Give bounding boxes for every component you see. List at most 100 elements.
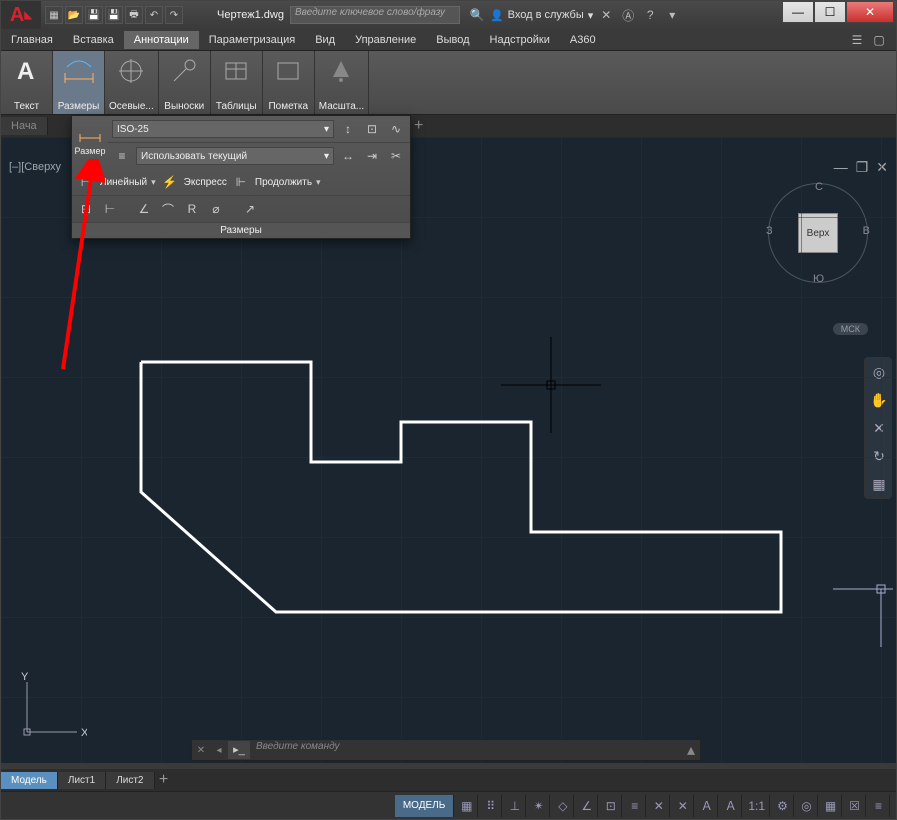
viewcube-south-label[interactable]: Ю [813,273,824,285]
lineweight-icon[interactable]: ✕ [648,795,670,817]
panel-markup[interactable]: Пометка [263,51,315,114]
tab-a360[interactable]: A360 [560,31,606,49]
tab-output[interactable]: Вывод [426,31,479,49]
panel-scale[interactable]: Масшта... [315,51,369,114]
grid-icon[interactable]: ▦ [456,795,478,817]
dim-spacing-icon[interactable]: ⇥ [362,146,382,166]
workspace-icon[interactable]: ⚙ [772,795,794,817]
command-line[interactable]: ✕ ◂ ▸_ Введите команду ▴ [191,739,701,761]
orbit-icon[interactable]: ↻ [865,442,893,470]
cmdline-history-icon[interactable]: ▴ [682,740,700,760]
dimstyle-dropdown[interactable]: ISO-25▾ [112,120,334,138]
snap-icon[interactable]: ⠿ [480,795,502,817]
layout-tab-1[interactable]: Лист1 [58,772,106,789]
signin-button[interactable]: 👤 Вход в службы ▾ [490,6,593,24]
annoscale-icon[interactable]: Ａ [720,795,742,817]
dim-override-icon[interactable]: ⊡ [362,119,382,139]
vp-restore-icon[interactable]: ❐ [856,159,869,176]
cmdline-input[interactable]: Введите команду [250,741,682,759]
qat-saveas-icon[interactable]: 💾 [105,6,123,24]
close-button[interactable]: ✕ [846,1,894,23]
tab-addins[interactable]: Надстройки [480,31,560,49]
qat-open-icon[interactable]: 📂 [65,6,83,24]
qat-undo-icon[interactable]: ↶ [145,6,163,24]
motion-icon[interactable]: ▦ [865,470,893,498]
dim-ord-icon[interactable]: ⊢ [100,199,120,219]
polar-icon[interactable]: ✴ [528,795,550,817]
nav-wheel-icon[interactable]: ◎ [865,358,893,386]
panel-centerlines[interactable]: Осевые... [105,51,159,114]
tab-parametric[interactable]: Параметризация [199,31,305,49]
isolate-icon[interactable]: ◎ [796,795,818,817]
drop-footer[interactable]: Размеры [72,223,410,238]
layout-tab-add[interactable]: + [155,771,173,789]
tab-manage[interactable]: Управление [345,31,426,49]
dim-update-icon[interactable]: ↕ [338,119,358,139]
hardware-icon[interactable]: ▦ [820,795,842,817]
viewcube-west-label[interactable]: З [766,225,773,237]
panel-text[interactable]: A Текст [1,51,53,114]
minimize-button[interactable]: — [782,1,814,23]
tab-home[interactable]: Главная [1,31,63,49]
view-cube[interactable]: Верх С Ю З В [768,183,868,283]
ribbon-collapse-icon[interactable]: ▢ [870,31,888,49]
viewcube-east-label[interactable]: В [863,225,870,237]
exchange-icon[interactable]: ✕ [597,6,615,24]
dim-arc-icon[interactable]: ⌒ [158,199,178,219]
pan-icon[interactable]: ✋ [865,386,893,414]
help-dropdown-icon[interactable]: ▾ [663,6,681,24]
layout-tab-2[interactable]: Лист2 [106,772,154,789]
tab-insert[interactable]: Вставка [63,31,124,49]
qat-redo-icon[interactable]: ↷ [165,6,183,24]
infocenter-icon[interactable]: 🔍 [468,6,486,24]
dyn-input-icon[interactable]: ≡ [624,795,646,817]
help-icon[interactable]: ? [641,6,659,24]
ortho-icon[interactable]: ⊥ [504,795,526,817]
zoom-extents-icon[interactable]: ✕ [865,414,893,442]
drawing-tab-start[interactable]: Нача [1,117,48,135]
annotation-icon[interactable]: Ａ [696,795,718,817]
scale-label[interactable]: 1:1 [744,795,770,817]
osnap-track-icon[interactable]: ∠ [576,795,598,817]
dynucs-icon[interactable]: ⊡ [600,795,622,817]
maximize-button[interactable]: ☐ [814,1,846,23]
qat-save-icon[interactable]: 💾 [85,6,103,24]
osnap-icon[interactable]: ◇ [552,795,574,817]
transparency-icon[interactable]: ✕ [672,795,694,817]
dim-tol-icon[interactable]: ⊞ [76,199,96,219]
app-logo[interactable]: A◣ [1,1,41,29]
panel-tables[interactable]: Таблицы [211,51,263,114]
viewcube-top-face[interactable]: Верх [798,213,838,253]
custom-icon[interactable]: ≡ [868,795,890,817]
dim-ang-icon[interactable]: ∠ [134,199,154,219]
dim-rad-icon[interactable]: R [182,199,202,219]
panel-leaders[interactable]: Выноски [159,51,211,114]
dim-break-icon[interactable]: ✂ [386,146,406,166]
layer-lines-icon[interactable]: ≡ [112,146,132,166]
viewcube-north-label[interactable]: С [815,181,823,193]
express-icon[interactable]: ⚡ [160,172,180,192]
autodesk-icon[interactable]: Ⓐ [619,6,637,24]
dimension-tool-button[interactable]: Размер [72,116,108,162]
continue-icon[interactable]: ⊩ [231,172,251,192]
vp-close-icon[interactable]: ✕ [876,159,888,176]
wcs-badge[interactable]: МСК [833,323,868,335]
dim-check-icon[interactable]: ∿ [386,119,406,139]
dim-aligned-icon[interactable]: ↔ [338,146,358,166]
ucs-icon[interactable]: X Y [17,672,87,747]
tab-view[interactable]: Вид [305,31,345,49]
dim-layer-dropdown[interactable]: Использовать текущий▾ [136,147,334,165]
tab-annotate[interactable]: Аннотации [124,31,199,49]
cmdline-drag-icon[interactable]: ◂ [210,745,228,756]
status-model-button[interactable]: МОДЕЛЬ [395,795,454,817]
viewport-label[interactable]: [–][Сверху [9,161,61,173]
tab-more-icon[interactable]: ☰ [848,31,866,49]
linear-icon[interactable]: ⊢ [76,172,96,192]
search-input[interactable]: Введите ключевое слово/фразу [290,6,460,24]
dim-jog-icon[interactable]: ↗ [240,199,260,219]
dim-dia-icon[interactable]: ⌀ [206,199,226,219]
qat-new-icon[interactable]: ▦ [45,6,63,24]
clean-icon[interactable]: ☒ [844,795,866,817]
qat-print-icon[interactable]: 🖶 [125,6,143,24]
panel-dimensions[interactable]: Размеры [53,51,105,114]
